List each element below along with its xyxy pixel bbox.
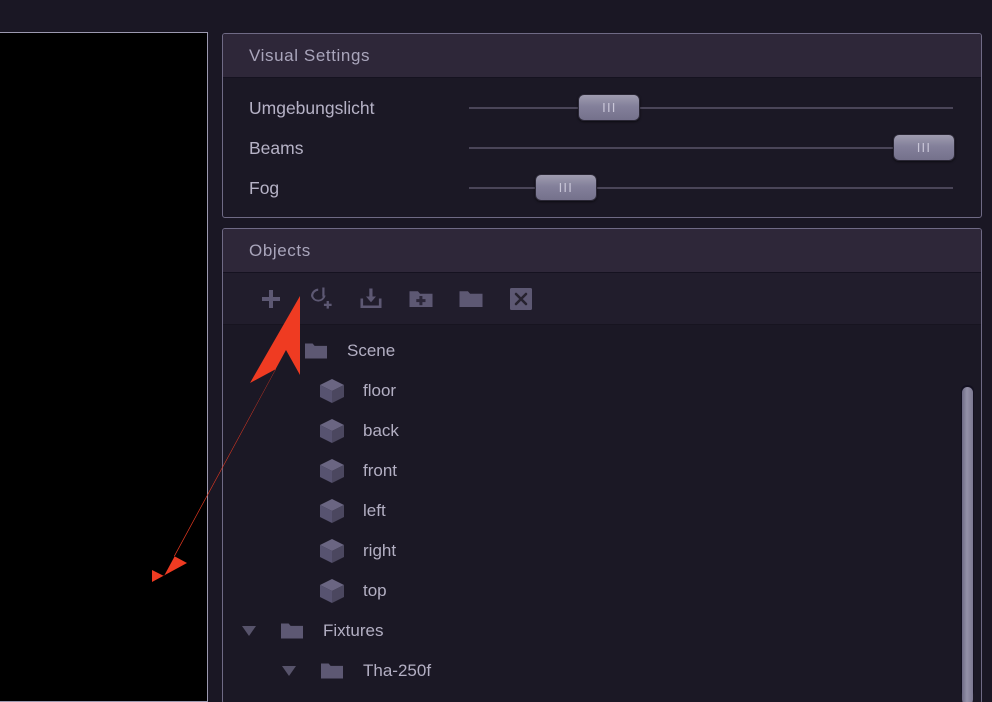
folder-plus-icon (409, 290, 433, 307)
objects-header: Objects (223, 229, 981, 273)
plus-icon (262, 289, 280, 308)
slider-track (469, 107, 953, 109)
tree-row-left[interactable]: left (223, 491, 981, 531)
visual-settings-body: Umgebungslicht III Beams III Fog III (223, 78, 981, 208)
visual-settings-title: Visual Settings (249, 45, 371, 65)
slider-handle-fog[interactable]: III (534, 174, 597, 201)
add-fixture-button[interactable] (305, 283, 337, 315)
slider-grip: III (602, 100, 617, 115)
visual-settings-header: Visual Settings (223, 34, 981, 78)
object-tree[interactable]: Scene floor back front left right top Fi… (223, 325, 981, 702)
slider-grip: III (558, 180, 574, 195)
tree-scrollbar[interactable] (961, 385, 974, 702)
tree-row-scene[interactable]: Scene (223, 331, 981, 371)
chevron-down-icon[interactable] (237, 624, 261, 638)
cube-icon (315, 496, 349, 526)
folder-icon (275, 621, 309, 641)
slider-row-beams: Beams III (223, 128, 981, 168)
cube-icon (315, 416, 349, 446)
slider-track (469, 147, 953, 149)
tree-row-front[interactable]: front (223, 451, 981, 491)
objects-panel: Objects Scene floor back front left righ… (222, 228, 982, 702)
cube-icon (315, 576, 349, 606)
folder-button[interactable] (455, 283, 487, 315)
chevron-down-icon[interactable] (277, 664, 301, 678)
close-x-icon (510, 287, 532, 310)
tree-item-label: floor (363, 381, 397, 400)
visual-settings-panel: Visual Settings Umgebungslicht III Beams… (222, 33, 982, 218)
slider-fog[interactable]: III (469, 174, 953, 202)
folder-icon (459, 290, 483, 307)
tree-item-label: right (363, 541, 397, 560)
tree-row-back[interactable]: back (223, 411, 981, 451)
tree-item-label: Scene (347, 341, 396, 360)
tree-row-top[interactable]: top (223, 571, 981, 611)
cube-icon (315, 376, 349, 406)
slider-row-fog: Fog III (223, 168, 981, 208)
slider-beams[interactable]: III (469, 134, 955, 162)
application-window: Visual Settings Umgebungslicht III Beams… (0, 0, 992, 702)
fixture-add-icon (311, 287, 332, 309)
slider-label-umgebungslicht: Umgebungslicht (249, 97, 375, 118)
slider-label-fog: Fog (249, 177, 280, 198)
slider-umgebungslicht[interactable]: III (469, 94, 953, 122)
add-object-button[interactable] (255, 283, 287, 315)
slider-label-beams: Beams (249, 137, 304, 158)
folder-icon (299, 341, 333, 361)
tree-scrollbar-thumb[interactable] (962, 387, 973, 702)
objects-toolbar (223, 273, 981, 325)
folder-icon (315, 661, 349, 681)
import-object-button[interactable] (355, 283, 387, 315)
new-folder-button[interactable] (405, 283, 437, 315)
tree-item-label: left (363, 501, 386, 520)
tree-row-tha-250f[interactable]: Tha-250f (223, 651, 981, 691)
delete-button[interactable] (505, 283, 537, 315)
tree-item-label: top (363, 581, 387, 600)
slider-handle-beams[interactable]: III (892, 134, 955, 161)
tree-item-label: back (363, 421, 399, 440)
tree-item-label: front (363, 461, 398, 480)
slider-handle-umgebungslicht[interactable]: III (578, 94, 641, 121)
3d-viewport[interactable] (0, 32, 208, 702)
slider-grip: III (916, 140, 932, 155)
import-download-icon (360, 288, 382, 308)
cube-icon (315, 456, 349, 486)
tree-item-label: Fixtures (323, 621, 384, 640)
tree-item-label: Tha-250f (363, 661, 432, 680)
tree-row-floor[interactable]: floor (223, 371, 981, 411)
slider-row-umgebungslicht: Umgebungslicht III (223, 88, 981, 128)
cube-icon (315, 536, 349, 566)
tree-row-fixtures[interactable]: Fixtures (223, 611, 981, 651)
tree-row-right[interactable]: right (223, 531, 981, 571)
objects-title: Objects (249, 240, 311, 260)
